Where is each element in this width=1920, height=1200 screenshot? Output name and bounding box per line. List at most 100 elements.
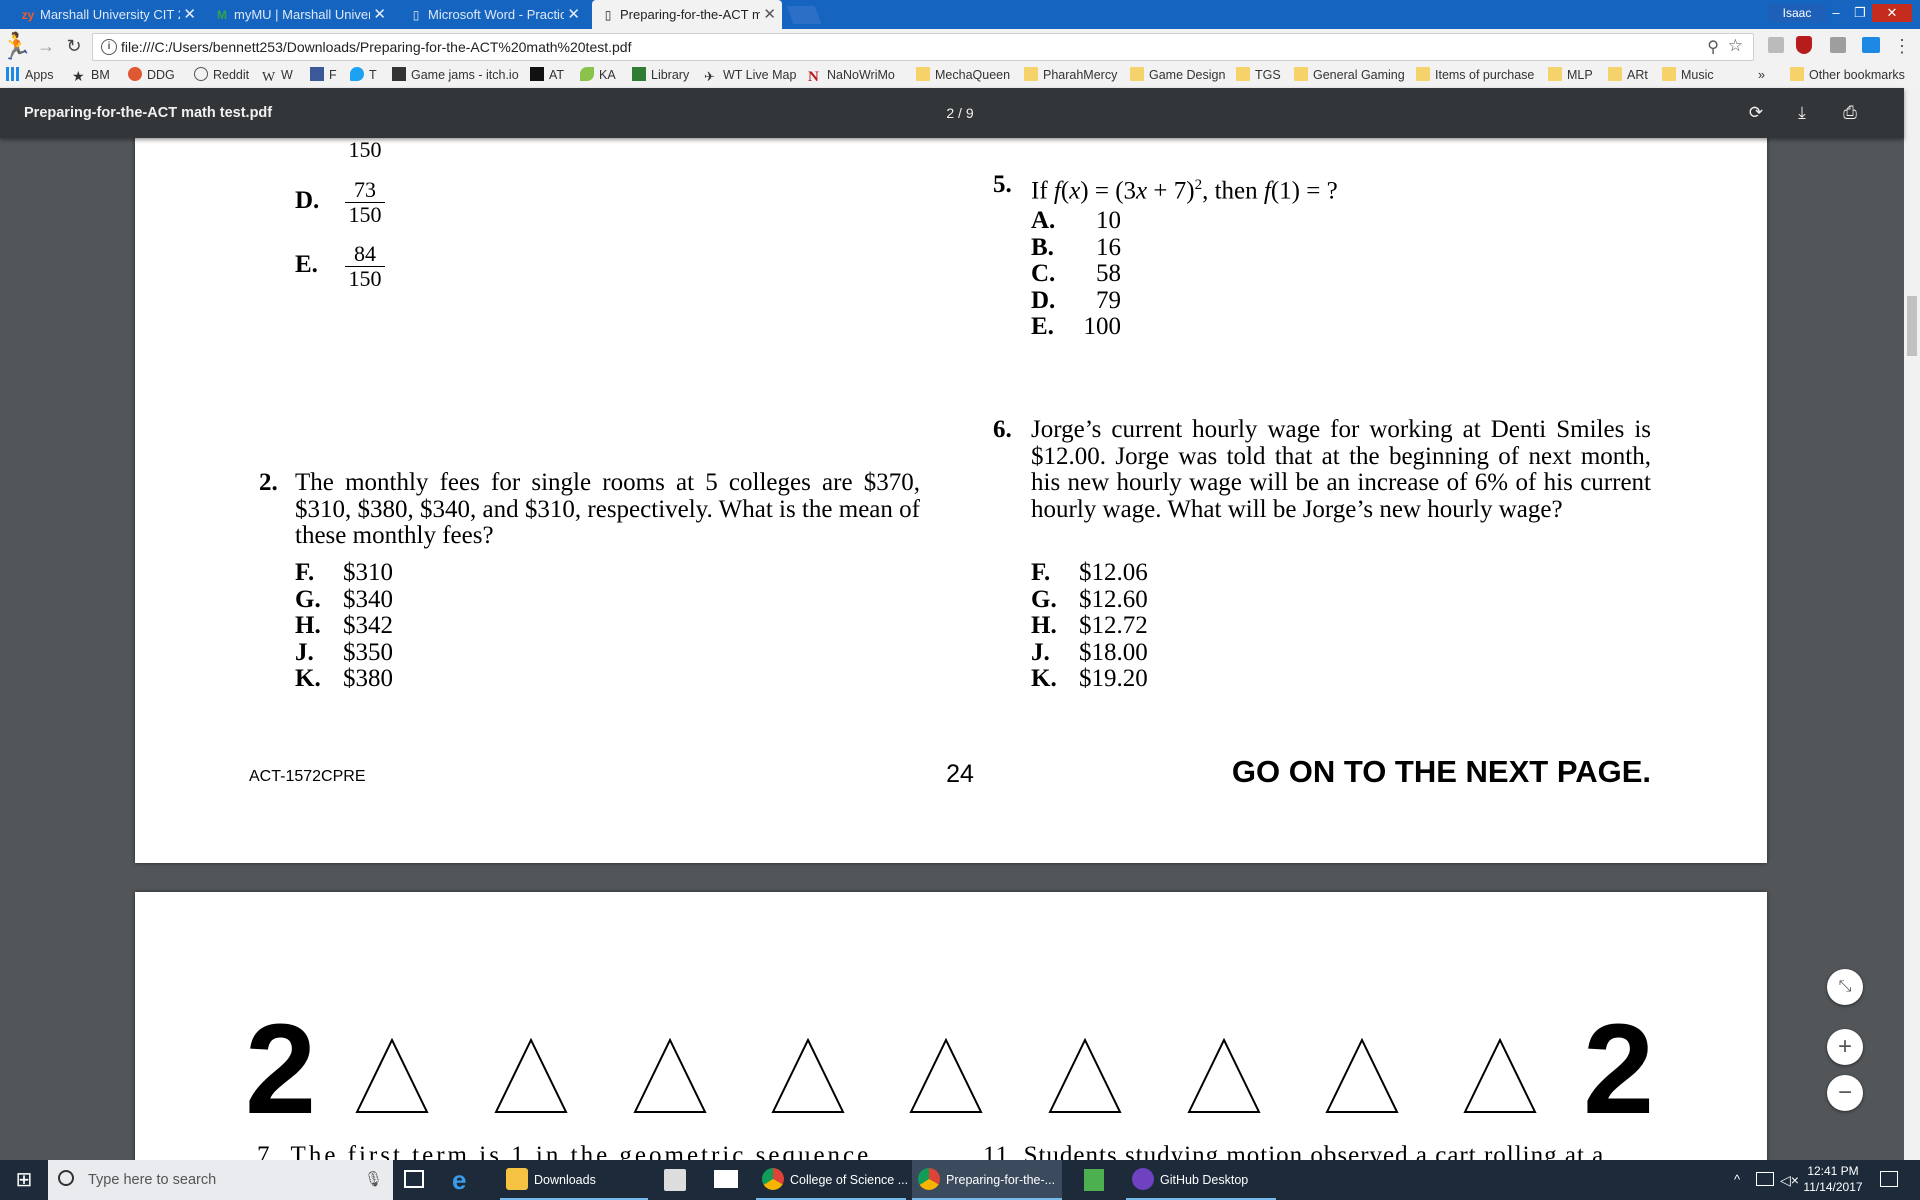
bookmark-apps[interactable]: Apps [6,63,54,88]
edge-icon[interactable]: e [452,1166,466,1194]
bookmark-w[interactable]: WW [262,63,293,88]
bookmark-label: ARt [1627,68,1648,82]
zoom-icon[interactable]: ⚲ [1707,37,1719,57]
bookmark-wt-live-map[interactable]: ✈ WT Live Map [704,63,796,88]
text-segment: ( [1060,177,1070,205]
scrollbar-thumb[interactable] [1907,296,1917,356]
zoom-out-button[interactable]: − [1827,1075,1863,1111]
extension-icon[interactable] [1830,37,1846,53]
clock-time: 12:41 PM [1807,1164,1859,1178]
notifications-icon[interactable] [1880,1171,1898,1187]
mymu-icon: M [217,8,227,22]
fit-page-button[interactable]: ⤡ [1827,969,1863,1005]
bookmark-mlp[interactable]: MLP [1548,63,1593,88]
windows-start-icon[interactable]: ⊞ [0,1160,48,1200]
extension-icon[interactable] [1862,37,1880,53]
rotate-icon[interactable]: ⟳ [1744,101,1768,125]
forward-button[interactable]: → [34,33,58,59]
choice-h: H. $342 [295,612,393,640]
bookmark-game-jams[interactable]: Game jams - itch.io [392,63,519,88]
bookmark-label: MechaQueen [935,68,1011,82]
restore-button[interactable]: ❐ [1850,4,1870,22]
reload-button[interactable]: ↻ [62,33,86,59]
bookmark-ddg[interactable]: DDG [128,63,175,88]
store-icon[interactable] [664,1169,686,1191]
choice-value: $12.06 [1079,559,1148,586]
user-profile-button[interactable]: Isaac [1768,4,1826,22]
network-icon[interactable] [1756,1172,1774,1186]
bookmark-ka[interactable]: KA [580,63,616,88]
taskbar-search[interactable]: Type here to search 🎙 [48,1160,393,1200]
bookmark-art[interactable]: ARt [1608,63,1648,88]
bookmark-music[interactable]: Music [1662,63,1714,88]
bookmark-label: TGS [1255,68,1281,82]
close-icon[interactable]: ✕ [763,0,776,29]
numerator: 84 [345,242,385,267]
star-icon[interactable]: ☆ [1728,36,1743,56]
task-view-icon[interactable] [404,1170,424,1188]
close-icon[interactable]: ✕ [567,0,580,29]
bookmark-at[interactable]: AT [530,63,564,88]
taskbar-app-preparing[interactable]: Preparing-for-the-... [912,1160,1062,1200]
ublock-icon[interactable] [1796,36,1812,54]
taskbar-app-college-of-science[interactable]: College of Science ... [756,1160,908,1200]
bookmark-items-of-purchase[interactable]: Items of purchase [1416,63,1534,88]
pdf-page-1: C. 150 D. 73 150 E. 84 150 2. The monthl… [135,106,1767,863]
airplane-icon: ✈ [704,69,715,84]
bookmark-mechaqueen[interactable]: MechaQueen [916,63,1010,88]
bookmark-tgs[interactable]: TGS [1236,63,1281,88]
extension-icon[interactable] [1768,37,1784,53]
bookmark-pharahmercy[interactable]: PharahMercy [1024,63,1117,88]
bookmark-general-gaming[interactable]: General Gaming [1294,63,1405,88]
bookmark-label: Apps [25,68,54,82]
choice-letter: D. [295,187,320,214]
notepad-icon[interactable] [1084,1169,1104,1191]
system-clock[interactable]: 12:41 PM 11/14/2017 [1798,1163,1868,1195]
zybooks-icon: zy [21,8,35,22]
minimize-button[interactable]: – [1826,4,1846,22]
bookmark-bm[interactable]: ★ BM [72,63,110,88]
pdf-title: Preparing-for-the-ACT math test.pdf [24,105,273,121]
address-bar[interactable]: i file:///C:/Users/bennett253/Downloads/… [92,33,1754,61]
triangle-icon [1187,1038,1261,1113]
tab-label: myMU | Marshall Univers [234,7,370,22]
bookmark-reddit[interactable]: Reddit [194,63,249,88]
bookmark-f[interactable]: F [310,63,337,88]
volume-icon[interactable]: ◁× [1780,1160,1799,1200]
stick-figure-icon: 🏃 [0,31,33,61]
download-icon[interactable]: ⤓ [1790,101,1814,125]
nanowrimo-icon: N [808,69,819,85]
close-icon[interactable]: ✕ [373,0,386,29]
bookmark-t[interactable]: T [350,63,377,88]
zoom-in-button[interactable]: + [1827,1029,1863,1065]
taskbar-app-downloads[interactable]: Downloads [500,1160,648,1200]
page-indicator[interactable]: 2 / 9 [920,88,1000,138]
info-icon[interactable]: i [101,39,117,55]
taskbar-app-github-desktop[interactable]: GitHub Desktop [1126,1160,1276,1200]
show-hidden-icons[interactable]: ^ [1734,1160,1740,1200]
choice-letter: G. [295,585,321,613]
bookmark-nanowrimo[interactable]: N NaNoWriMo [808,63,895,88]
page-number: 24 [946,760,974,788]
new-tab-button[interactable] [786,6,822,24]
pdf-page-2: 2 2 7. The first term is 1 in the geomet… [135,892,1767,1192]
question-2-text: The monthly fees for single rooms at 5 c… [295,469,920,549]
document-icon: ▯ [604,8,612,22]
bookmark-game-design[interactable]: Game Design [1130,63,1225,88]
menu-icon[interactable]: ⋮ [1892,33,1912,59]
close-icon[interactable]: ✕ [183,0,196,29]
print-icon[interactable]: ⎙ [1838,101,1862,125]
tab-word[interactable]: ▯ Microsoft Word - Practic ✕ [400,0,586,29]
microphone-icon[interactable]: 🎙 [364,1160,383,1200]
bookmark-other-bookmarks[interactable]: Other bookmarks [1790,63,1905,88]
tab-marshall-cit[interactable]: zy Marshall University CIT 2 ✕ [12,0,202,29]
triangle-icon [633,1038,707,1113]
close-window-button[interactable]: ✕ [1872,4,1912,22]
tab-mymu[interactable]: M myMU | Marshall Univers ✕ [206,0,392,29]
bookmarks-overflow-button[interactable]: » [1758,63,1765,88]
browser-toolbar: 🏃 → ↻ i file:///C:/Users/bennett253/Down… [0,29,1920,63]
vertical-scrollbar[interactable] [1904,88,1920,1160]
bookmark-library[interactable]: Library [632,63,689,88]
tab-preparing-act[interactable]: ▯ Preparing-for-the-ACT m ✕ [592,0,782,29]
mail-icon[interactable] [714,1170,738,1188]
